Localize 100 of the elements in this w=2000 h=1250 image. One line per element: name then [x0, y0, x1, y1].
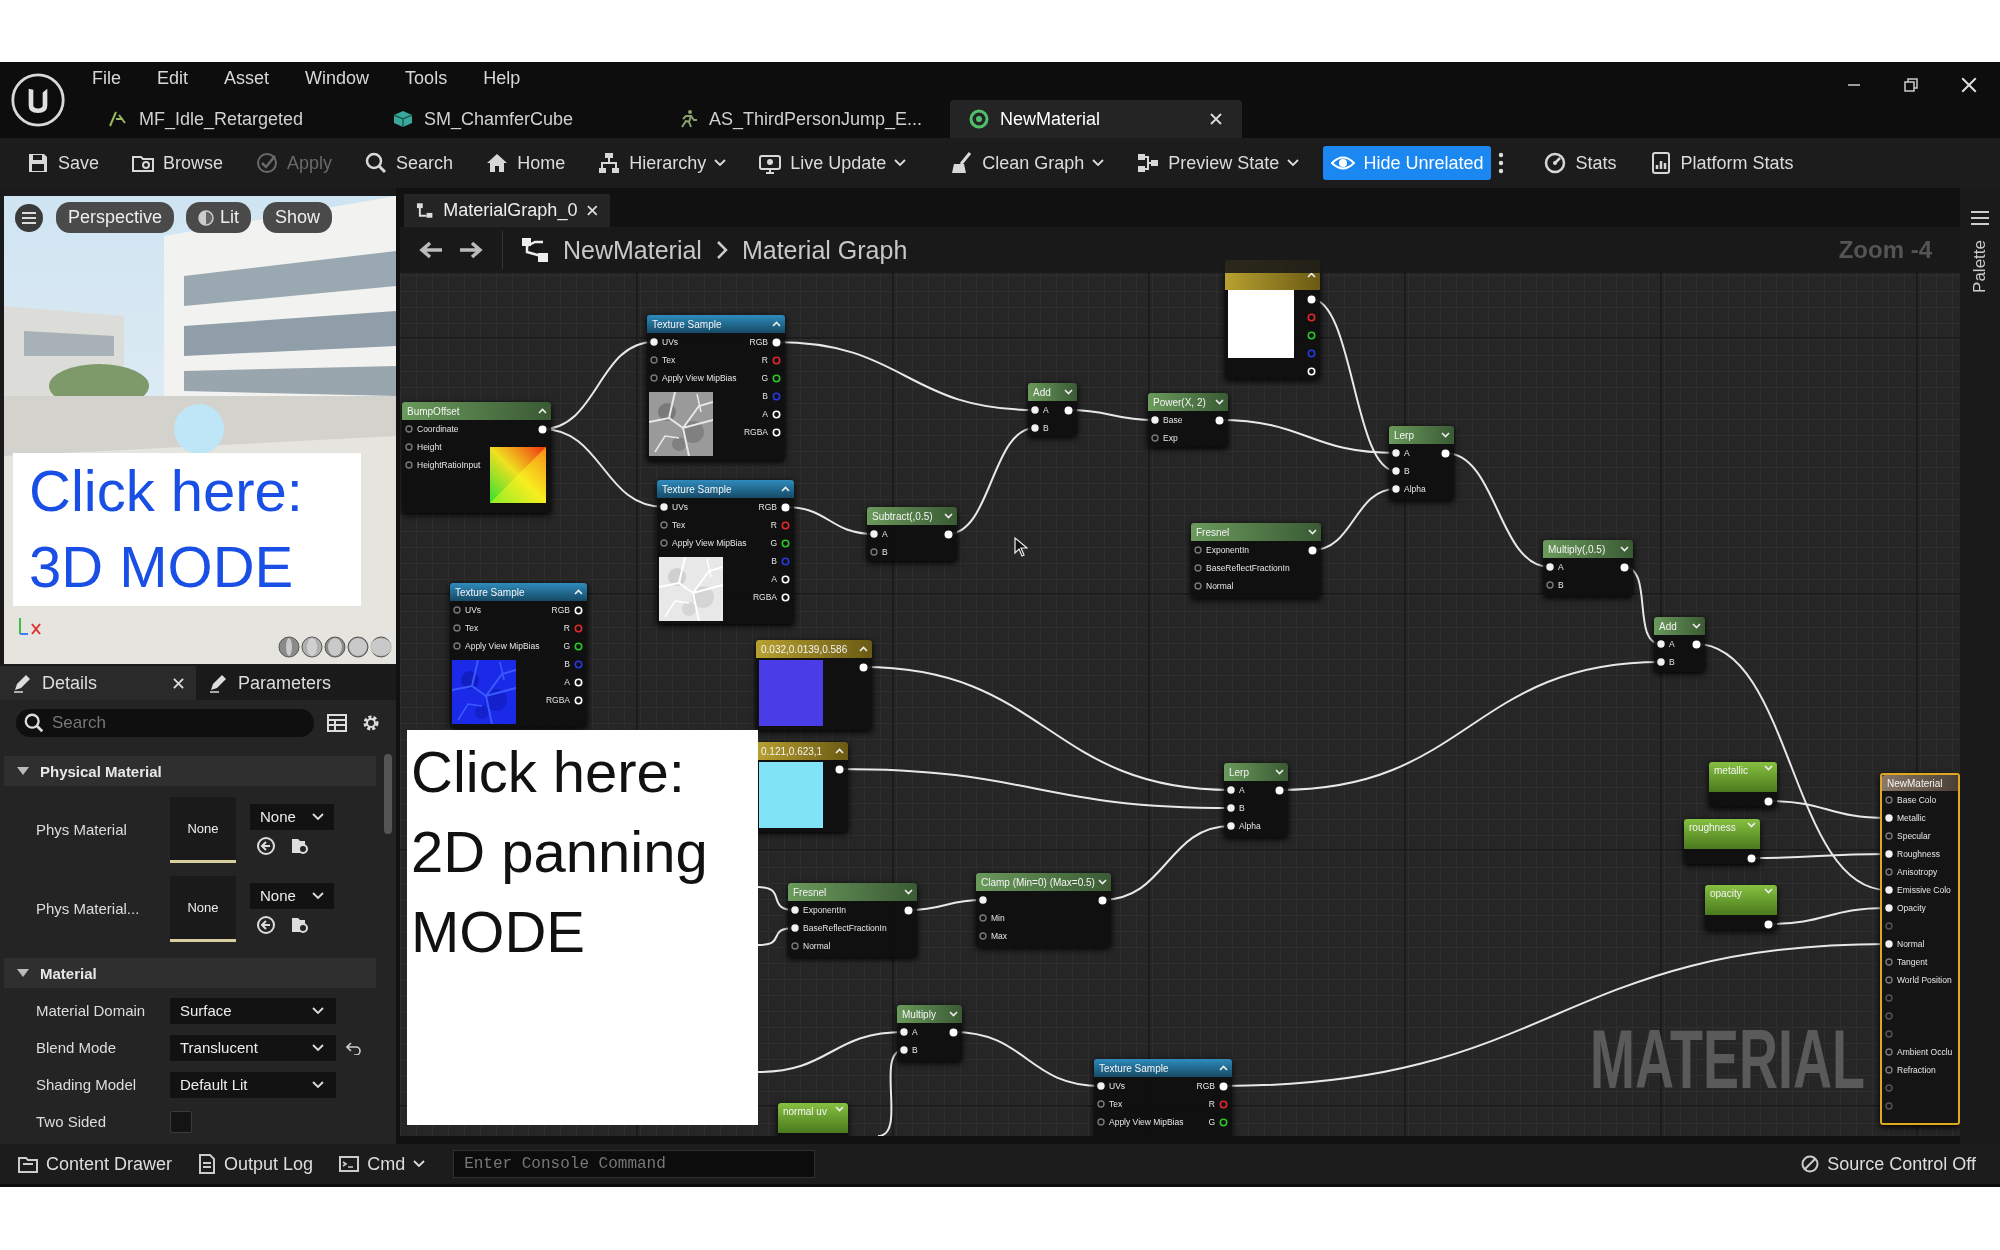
close-icon[interactable]	[1960, 76, 1978, 94]
graph-node[interactable]: Texture Sample UVs RGB Tex R Apply View MipBias G B A RGBA	[657, 480, 794, 624]
graph-node[interactable]: BumpOffset Coordinate Height HeightRatioInput	[402, 402, 551, 513]
toolbar-button[interactable]: Browse	[123, 146, 232, 180]
graph-node[interactable]: Fresnel ExponentIn BaseReflectFractionIn Normal	[788, 883, 917, 957]
breadcrumb-link[interactable]: Material Graph	[741, 235, 908, 265]
graph-node[interactable]: Add A B	[1028, 383, 1077, 436]
toolbar-button[interactable]: Hide Unrelated	[1323, 146, 1492, 180]
status-button[interactable]: Content Drawer	[10, 1146, 181, 1182]
reset-arrow-icon[interactable]	[346, 1040, 362, 1055]
menu-item[interactable]: Edit	[157, 68, 189, 89]
close-icon[interactable]	[1210, 113, 1222, 125]
panel-tab[interactable]: Parameters	[196, 666, 392, 700]
toolbar-button[interactable]: Home	[477, 146, 574, 180]
search-field[interactable]: Search	[16, 709, 314, 737]
graph-node[interactable]: Power(X, 2) Base Exp	[1148, 393, 1228, 447]
pin-icon[interactable]	[781, 538, 790, 548]
preview-shape-button[interactable]	[347, 636, 369, 658]
menu-item[interactable]: Asset	[224, 68, 270, 89]
source-control-button[interactable]: Source Control Off	[1793, 1146, 1984, 1182]
section-header[interactable]: Material	[4, 958, 376, 988]
console-input[interactable]: Enter Console Command	[453, 1150, 816, 1178]
graph-node[interactable]: Multiply(,0.5) A B	[1543, 540, 1633, 596]
asset-dropdown[interactable]: None	[250, 882, 334, 909]
status-button[interactable]: Output Log	[190, 1146, 322, 1182]
table-icon[interactable]	[326, 712, 348, 734]
graph-node[interactable]: Fresnel ExponentIn BaseReflectFractionIn Normal	[1191, 523, 1321, 598]
menu-item[interactable]: Window	[305, 68, 370, 89]
chevron-down-icon[interactable]	[1441, 432, 1450, 438]
graph-node[interactable]: Subtract(,0.5) A B	[867, 507, 957, 561]
pin-icon[interactable]	[772, 373, 781, 383]
chevron-down-icon[interactable]	[1275, 769, 1284, 775]
toolbar-button[interactable]: Search	[356, 146, 462, 180]
graph-node[interactable]: Texture Sample UVs RGB Tex R Apply View MipBias G	[1094, 1059, 1232, 1136]
chevron-down-icon[interactable]	[949, 1011, 958, 1017]
preview-shape-button[interactable]	[301, 636, 323, 658]
graph-node[interactable]: Texture Sample UVs RGB Tex R Apply View MipBias G B A RGBA	[450, 583, 587, 727]
section-header[interactable]: Physical Material	[4, 756, 376, 786]
chevron-up-icon[interactable]	[1307, 272, 1316, 278]
arrow-left-circle-icon[interactable]	[256, 914, 276, 935]
dropdown[interactable]: Translucent	[170, 1034, 336, 1061]
toolbar-button[interactable]: Platform Stats	[1640, 146, 1802, 180]
engine-logo-icon[interactable]	[10, 72, 66, 128]
restore-icon[interactable]	[1903, 77, 1919, 93]
graph-node[interactable]: Lerp A B Alpha	[1224, 763, 1288, 837]
document-tab[interactable]: MF_Idle_Retargeted	[95, 100, 380, 138]
graph-node[interactable]: Clamp (Min=0) (Max=0.5) Min Max	[976, 873, 1111, 947]
pin-icon[interactable]	[1307, 330, 1316, 340]
preview-shape-button[interactable]	[370, 636, 392, 658]
close-icon[interactable]	[587, 205, 598, 216]
graph-node[interactable]: Texture Sample UVs RGB Tex R Apply View MipBias G B A RGBA	[647, 315, 785, 460]
chevron-down-icon[interactable]	[1620, 546, 1629, 552]
back-arrow-icon[interactable]	[418, 240, 444, 260]
chevron-down-icon[interactable]	[1215, 399, 1224, 405]
toolbar-button[interactable]: Hierarchy	[589, 146, 735, 180]
chevron-down-icon[interactable]	[1692, 623, 1701, 629]
graph-tab[interactable]: MaterialGraph_0	[404, 194, 610, 227]
checkbox[interactable]	[170, 1110, 192, 1133]
graph-node[interactable]: Multiply A B	[897, 1005, 962, 1061]
forward-arrow-icon[interactable]	[458, 240, 484, 260]
viewport-button[interactable]: Lit	[186, 202, 252, 233]
toolbar-button[interactable]: Preview State	[1128, 146, 1308, 180]
asset-thumbnail[interactable]: None	[170, 875, 236, 942]
scrollbar-thumb[interactable]	[384, 754, 392, 834]
close-icon[interactable]	[173, 677, 184, 689]
document-tab[interactable]: SM_ChamferCube	[380, 100, 665, 138]
document-tab[interactable]: AS_ThirdPersonJump_E...	[665, 100, 950, 138]
menu-item[interactable]: Help	[483, 68, 521, 89]
document-tab[interactable]: NewMaterial	[950, 100, 1242, 138]
menu-icon[interactable]	[14, 202, 44, 233]
toolbar-button[interactable]: Live Update	[750, 146, 915, 180]
chevron-down-icon[interactable]	[1308, 529, 1317, 535]
palette-tab[interactable]: Palette	[1970, 240, 1990, 293]
chevron-down-icon[interactable]	[944, 513, 953, 519]
dropdown[interactable]: Default Lit	[170, 1071, 336, 1098]
more-icon[interactable]	[1497, 150, 1506, 176]
toolbar-button[interactable]: Clean Graph	[942, 146, 1113, 180]
list-icon[interactable]	[1970, 210, 1990, 226]
viewport[interactable]: Perspective Lit Show Click here: 3D MODE	[4, 196, 396, 664]
dropdown[interactable]: Surface	[170, 997, 336, 1024]
graph-node[interactable]: Lerp A B Alpha	[1389, 426, 1454, 500]
chevron-up-icon[interactable]	[538, 408, 547, 414]
asset-dropdown[interactable]: None	[250, 803, 334, 830]
toolbar-button[interactable]: Stats	[1535, 146, 1625, 180]
status-button[interactable]: Cmd	[331, 1146, 434, 1182]
menu-item[interactable]: File	[92, 68, 121, 89]
graph-node[interactable]: Add A B	[1654, 617, 1705, 672]
toolbar-button[interactable]: Save	[18, 146, 108, 180]
chevron-down-icon[interactable]	[1098, 879, 1107, 885]
menu-item[interactable]: Tools	[405, 68, 448, 89]
chevron-down-icon[interactable]	[1064, 389, 1073, 395]
breadcrumb-link[interactable]: NewMaterial	[563, 235, 702, 265]
arrow-left-circle-icon[interactable]	[256, 835, 276, 856]
viewport-button[interactable]: Show	[263, 202, 333, 233]
panel-tab[interactable]: Details	[0, 666, 196, 700]
asset-thumbnail[interactable]: None	[170, 796, 236, 863]
preview-shape-button[interactable]	[324, 636, 346, 658]
chevron-down-icon[interactable]	[904, 889, 913, 895]
pin-icon[interactable]	[1219, 1117, 1228, 1127]
preview-shape-button[interactable]	[278, 636, 300, 658]
